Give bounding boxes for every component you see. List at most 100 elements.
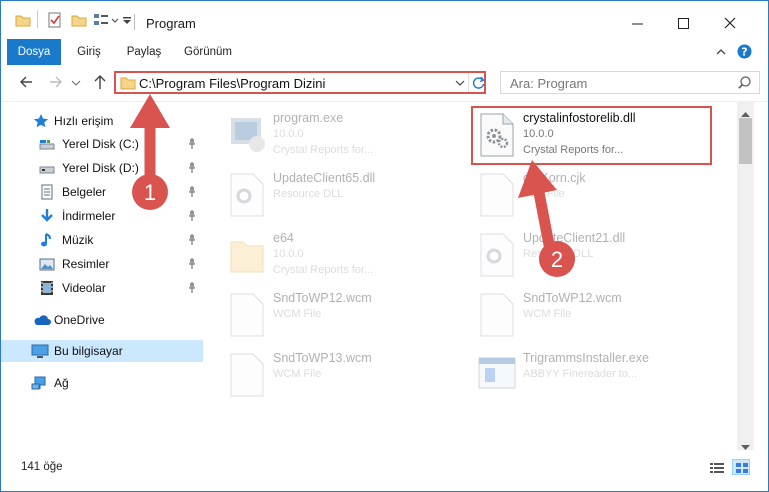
maximize-button[interactable] (661, 9, 707, 39)
file-type: WCM File (273, 368, 322, 380)
title-bar: Program (1, 1, 768, 39)
refresh-icon[interactable] (472, 76, 485, 93)
svg-text:?: ? (741, 46, 747, 59)
computer-icon (31, 343, 49, 359)
file-item[interactable]: e64 10.0.0 Crystal Reports for... (205, 226, 445, 278)
file-version: 10.0.0 (273, 248, 304, 260)
file-name: dotKorn.cjk (523, 171, 586, 185)
file-icon (227, 352, 267, 398)
details-view-icon[interactable] (710, 462, 724, 477)
pin-icon[interactable] (187, 234, 197, 249)
title-divider (134, 14, 135, 30)
file-type: CJK File (523, 188, 565, 200)
sidebar-item-label: Yerel Disk (C:) (62, 137, 139, 151)
drive-icon (39, 136, 55, 152)
search-box[interactable]: Ara: Program (500, 71, 760, 94)
file-type: WCM File (273, 308, 322, 320)
address-dropdown-icon[interactable] (454, 77, 466, 92)
up-button[interactable] (91, 73, 111, 91)
sidebar-item-this-pc[interactable]: Bu bilgisayar (1, 340, 203, 362)
sidebar-item-label: Yerel Disk (D:) (62, 161, 139, 175)
tab-share[interactable]: Paylaş (119, 39, 169, 65)
tab-view[interactable]: Görünüm (177, 39, 239, 65)
pin-icon[interactable] (187, 138, 197, 153)
address-path[interactable]: C:\Program Files\Program Dizini (139, 76, 325, 91)
pin-icon[interactable] (187, 186, 197, 201)
sidebar-item-label: Videolar (62, 281, 106, 295)
tab-home[interactable]: Giriş (67, 39, 111, 65)
file-name: SndToWP13.wcm (273, 351, 372, 365)
pin-icon[interactable] (187, 162, 197, 177)
cloud-icon (33, 312, 51, 328)
sidebar-item-label: Ağ (54, 376, 69, 390)
file-item[interactable]: SndToWP12.wcm WCM File (205, 286, 445, 338)
sidebar-item-music[interactable]: Müzik (1, 229, 203, 251)
pin-icon[interactable] (187, 282, 197, 297)
sidebar-item-label: Bu bilgisayar (54, 344, 123, 358)
file-item[interactable]: SndToWP13.wcm WCM File (205, 346, 445, 398)
vertical-scrollbar[interactable] (737, 102, 754, 450)
sidebar-item-downloads[interactable]: İndirmeler (1, 205, 203, 227)
file-description: Crystal Reports for... (273, 264, 374, 276)
file-item[interactable]: UpdateClient65.dll Resource DLL (205, 166, 445, 218)
sidebar-item-videos[interactable]: Videolar (1, 277, 203, 299)
dll-icon (227, 172, 267, 218)
properties-icon[interactable] (47, 12, 63, 30)
sidebar-item-quick-access[interactable]: Hızlı erişim (1, 110, 203, 132)
star-icon (33, 113, 49, 129)
close-button[interactable] (707, 9, 753, 39)
new-folder-icon[interactable] (71, 12, 87, 30)
pin-icon[interactable] (187, 210, 197, 225)
file-name: TrigrammsInstaller.exe (523, 351, 649, 365)
folder-icon (120, 75, 136, 94)
back-button[interactable] (17, 73, 37, 91)
pin-icon[interactable] (187, 258, 197, 273)
sidebar-item-documents[interactable]: Belgeler (1, 181, 203, 203)
installer-icon (477, 352, 517, 398)
sidebar-item-label: Belgeler (62, 185, 107, 199)
item-count: 141 öğe (21, 461, 63, 473)
documents-icon (39, 184, 55, 200)
status-bar: 141 öğe (1, 457, 768, 479)
minimize-button[interactable] (615, 9, 661, 39)
file-item[interactable]: UpdateClient21.dll Resource DLL (455, 226, 695, 278)
scroll-down-icon[interactable] (741, 440, 750, 454)
file-name: e64 (273, 231, 294, 245)
file-item[interactable]: program.exe 10.0.0 Crystal Reports for..… (205, 106, 445, 158)
address-bar[interactable]: C:\Program Files\Program Dizini (114, 71, 486, 94)
network-icon (31, 375, 47, 391)
file-item[interactable]: dotKorn.cjk CJK File (455, 166, 695, 218)
view-toggle-icon[interactable] (93, 12, 119, 30)
file-name: UpdateClient65.dll (273, 171, 376, 185)
forward-button[interactable] (47, 73, 67, 91)
scroll-thumb[interactable] (739, 118, 752, 164)
file-icon (477, 172, 517, 218)
sidebar-item-onedrive[interactable]: OneDrive (1, 309, 203, 331)
customize-qat-icon[interactable] (122, 12, 132, 30)
explorer-window: Program Dosya Giriş Paylaş Görünüm ? C:\… (0, 0, 769, 492)
sidebar-item-local-disk-c[interactable]: Yerel Disk (C:) (1, 133, 203, 155)
sidebar-item-label: OneDrive (54, 313, 105, 327)
folder-icon (227, 232, 267, 278)
sidebar-item-network[interactable]: Ağ (1, 372, 203, 394)
qat-divider (37, 10, 38, 28)
file-item[interactable]: SndToWP12.wcm WCM File (455, 286, 695, 338)
sidebar-item-local-disk-d[interactable]: Yerel Disk (D:) (1, 157, 203, 179)
sidebar-item-pictures[interactable]: Resimler (1, 253, 203, 275)
search-icon[interactable] (738, 76, 751, 92)
file-name: SndToWP12.wcm (523, 291, 622, 305)
file-name: program.exe (273, 111, 344, 125)
search-input[interactable]: Ara: Program (510, 76, 587, 91)
file-name: SndToWP12.wcm (273, 291, 372, 305)
exe-icon (227, 112, 267, 158)
expand-ribbon-icon[interactable] (715, 46, 727, 61)
large-icons-view-icon[interactable] (732, 459, 750, 475)
file-item[interactable]: TrigrammsInstaller.exe ABBYY Finereader … (455, 346, 695, 398)
recent-locations-icon[interactable] (71, 73, 83, 91)
music-icon (39, 232, 55, 248)
help-icon[interactable]: ? (737, 44, 752, 62)
highlight-box (471, 106, 712, 165)
download-icon (39, 208, 55, 224)
folder-icon (15, 12, 31, 30)
window-title: Program (146, 16, 196, 31)
